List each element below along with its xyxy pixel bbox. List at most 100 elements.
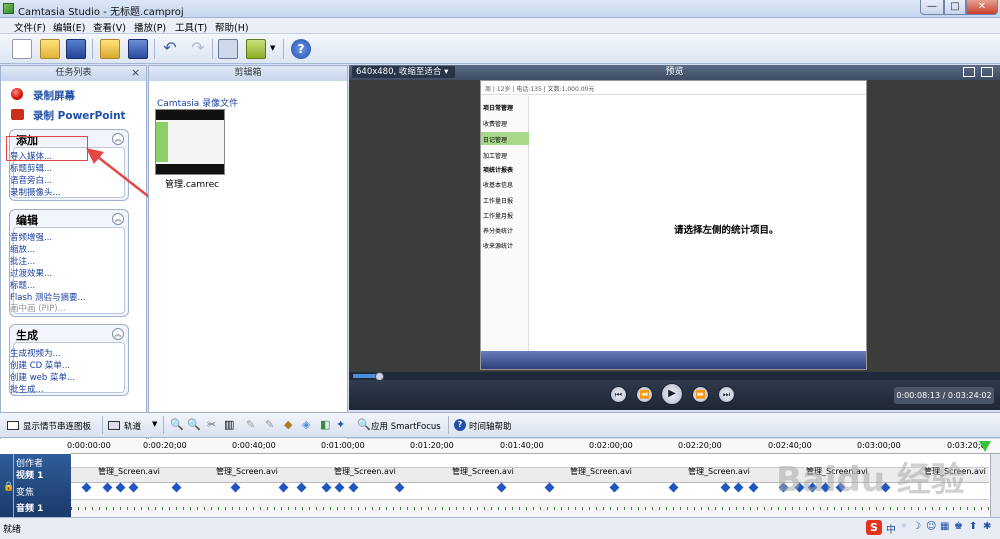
sogou-ime-icon[interactable]: S bbox=[866, 520, 882, 535]
skip-start-icon[interactable]: ⏮ bbox=[610, 386, 627, 403]
import-media-icon[interactable] bbox=[100, 39, 120, 59]
lock-icon[interactable]: 🔒 bbox=[3, 482, 14, 492]
playback-controls: ⏮ ⏪ ▶ ⏩ ⏭ 0:00:08:13 / 0:03:24:02 bbox=[349, 380, 1000, 410]
video-clip[interactable]: 管理_Screen.avi bbox=[452, 466, 514, 477]
screen-info-bar: 周 | 12岁 | 电话:135 | 文数:1,000.00元 bbox=[485, 86, 595, 93]
zoom-link[interactable]: 缩放... bbox=[10, 243, 35, 255]
menu-file[interactable]: 文件(F) bbox=[14, 20, 46, 34]
record-screen-link[interactable]: 录制屏幕 bbox=[33, 88, 75, 103]
record-screen-icon bbox=[11, 88, 23, 100]
ime-tools-icon[interactable]: ✱ bbox=[983, 521, 991, 532]
open-project-icon[interactable] bbox=[40, 39, 60, 59]
clip-thumbnail[interactable] bbox=[155, 109, 225, 175]
tracks-button[interactable]: 轨道 bbox=[124, 420, 141, 432]
video-clip[interactable]: 管理_Screen.avi bbox=[98, 466, 160, 477]
create-cd-menu-link[interactable]: 创建 CD 菜单... bbox=[10, 359, 70, 371]
status-bar: 就绪 S 中 ◦ ☽ ☺ ▦ ♚ ⬆ ✱ bbox=[0, 517, 1000, 539]
preview-progress-bar[interactable] bbox=[349, 372, 1000, 381]
clip-bin-icon[interactable] bbox=[246, 39, 266, 59]
timecode-display: 0:00:08:13 / 0:03:24:02 bbox=[894, 387, 994, 404]
pip-link[interactable]: 画中画 (PIP)... bbox=[10, 302, 66, 314]
play-icon[interactable]: ▶ bbox=[661, 383, 683, 405]
close-button[interactable]: ✕ bbox=[966, 0, 998, 15]
baidu-watermark: Baidu 经验 bbox=[776, 460, 965, 500]
split-icon[interactable]: ▥ bbox=[224, 418, 234, 431]
ruler-tick-label: 0:02:20;00 bbox=[678, 441, 722, 450]
record-camera-link[interactable]: 录制摄像头... bbox=[10, 186, 61, 198]
track-label-zoom[interactable]: 变焦 bbox=[16, 485, 34, 498]
screen-taskbar bbox=[481, 351, 866, 369]
screen-menu-item: 养分类统计 bbox=[483, 228, 514, 235]
ime-punct-icon[interactable]: ◦ bbox=[901, 521, 907, 532]
video-clip[interactable]: 管理_Screen.avi bbox=[334, 466, 396, 477]
screen-message: 请选择左侧的统计项目。 bbox=[674, 225, 779, 236]
track-label-audio[interactable]: 音频 1 bbox=[16, 501, 43, 514]
ime-keyboard-icon[interactable]: ▦ bbox=[940, 521, 949, 532]
dropdown-arrow-icon[interactable]: ▼ bbox=[152, 420, 157, 428]
cut-icon[interactable]: ✂ bbox=[207, 418, 216, 431]
ime-emoji-icon[interactable]: ☺ bbox=[926, 521, 936, 532]
storyboard-icon bbox=[7, 421, 19, 430]
task-list-close-icon[interactable]: × bbox=[131, 66, 140, 79]
rewind-icon[interactable]: ⏪ bbox=[636, 386, 653, 403]
menu-help[interactable]: 帮助(H) bbox=[215, 20, 249, 34]
record-powerpoint-link[interactable]: 录制 PowerPoint bbox=[33, 108, 126, 123]
create-web-menu-link[interactable]: 创建 web 菜单... bbox=[10, 371, 75, 383]
redo-icon[interactable]: ↷ bbox=[188, 39, 208, 59]
timeline-help-button[interactable]: 时间轴帮助 bbox=[469, 420, 512, 432]
smartfocus-icon[interactable]: ✦ bbox=[336, 418, 345, 431]
audio-track-1[interactable] bbox=[71, 500, 989, 517]
zoom-pan-icon[interactable]: ◈ bbox=[302, 418, 310, 431]
ime-mode-icon[interactable]: 中 bbox=[886, 521, 896, 536]
help-icon[interactable]: ? bbox=[291, 39, 311, 59]
title-bar: Camtasia Studio - 无标题.camproj — □ ✕ bbox=[0, 0, 1000, 18]
transition-icon[interactable]: ◧ bbox=[320, 418, 330, 431]
preview-size-dropdown[interactable]: 640x480, 收缩至适合 ▾ bbox=[352, 66, 455, 78]
menu-view[interactable]: 查看(V) bbox=[93, 20, 126, 34]
menu-edit[interactable]: 编辑(E) bbox=[53, 20, 85, 34]
maximize-button[interactable]: □ bbox=[944, 0, 966, 15]
ime-halfwidth-icon[interactable]: ☽ bbox=[912, 521, 921, 532]
full-screen-icon[interactable] bbox=[981, 67, 993, 77]
ime-skin-icon[interactable]: ♚ bbox=[954, 521, 963, 532]
batch-produce-link[interactable]: 批生成... bbox=[10, 383, 44, 395]
callouts-link[interactable]: 批注... bbox=[10, 255, 35, 267]
minimize-button[interactable]: — bbox=[920, 0, 944, 15]
ruler-tick-label: 0:00:20;00 bbox=[143, 441, 187, 450]
video-clip[interactable]: 管理_Screen.avi bbox=[570, 466, 632, 477]
marker-icon[interactable]: ◆ bbox=[284, 418, 292, 431]
clip-file-name[interactable]: 管理.camrec bbox=[165, 177, 219, 190]
zoom-out-icon[interactable]: 🔍 bbox=[187, 418, 201, 431]
audio-enhance-link[interactable]: 音频增强... bbox=[10, 231, 52, 243]
smartfocus-button[interactable]: 应用 SmartFocus bbox=[371, 420, 441, 432]
track-label-video[interactable]: 视频 1 bbox=[16, 468, 43, 481]
fast-forward-icon[interactable]: ⏩ bbox=[692, 386, 709, 403]
save-icon[interactable] bbox=[66, 39, 86, 59]
voice-narration-link[interactable]: 语音旁白... bbox=[10, 174, 52, 186]
dropdown-arrow-icon[interactable]: ▼ bbox=[270, 44, 275, 52]
storyboard-button[interactable]: 显示情节串连图板 bbox=[23, 420, 91, 432]
transitions-link[interactable]: 过渡效果... bbox=[10, 267, 52, 279]
collapse-chevron-icon[interactable]: ︽ bbox=[112, 328, 124, 340]
menu-tools[interactable]: 工具(T) bbox=[175, 20, 207, 34]
ime-user-icon[interactable]: ⬆ bbox=[969, 521, 977, 532]
new-project-icon[interactable] bbox=[12, 39, 32, 59]
fit-screen-icon[interactable] bbox=[963, 67, 975, 77]
screen-menu-item: 项统计报表 bbox=[483, 167, 514, 174]
callout-icon[interactable]: ✎ bbox=[265, 418, 274, 431]
skip-end-icon[interactable]: ⏭ bbox=[718, 386, 735, 403]
video-clip[interactable]: 管理_Screen.avi bbox=[688, 466, 750, 477]
toolbar-separator bbox=[154, 39, 155, 59]
timeline-scrollbar[interactable] bbox=[990, 454, 1000, 517]
produce-video-link[interactable]: 生成视频为... bbox=[10, 347, 61, 359]
end-marker-icon[interactable] bbox=[979, 441, 991, 452]
task-list-toggle-icon[interactable] bbox=[218, 39, 238, 59]
undo-icon[interactable]: ↶ bbox=[160, 39, 180, 59]
video-clip[interactable]: 管理_Screen.avi bbox=[216, 466, 278, 477]
title-clip-link[interactable]: 标题剪辑... bbox=[10, 162, 52, 174]
zoom-in-icon[interactable]: 🔍 bbox=[170, 418, 184, 431]
edit-icon[interactable]: ✎ bbox=[246, 418, 255, 431]
titles-link[interactable]: 标题... bbox=[10, 279, 35, 291]
menu-play[interactable]: 播放(P) bbox=[134, 20, 166, 34]
produce-icon[interactable] bbox=[128, 39, 148, 59]
